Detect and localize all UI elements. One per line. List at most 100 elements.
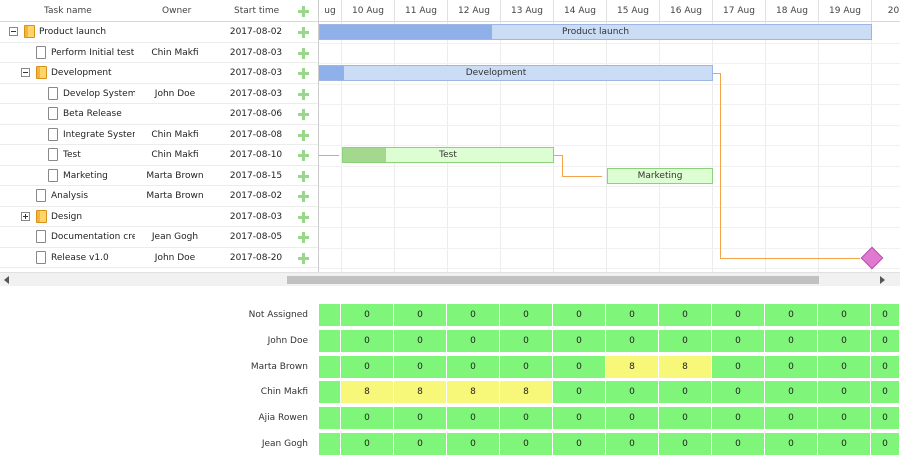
load-cell: 0 xyxy=(818,407,871,429)
scroll-left-icon[interactable] xyxy=(4,276,9,284)
add-subtask-icon[interactable] xyxy=(298,252,309,264)
resource-name: Not Assigned xyxy=(248,310,308,320)
date-column xyxy=(607,22,660,272)
task-row[interactable]: Design 2017-08-03 xyxy=(0,207,318,227)
task-owner: John Doe xyxy=(154,252,196,263)
row-gridline xyxy=(319,186,900,187)
task-owner: Marta Brown xyxy=(146,170,204,181)
load-cell: 0 xyxy=(606,407,659,429)
add-subtask-icon[interactable] xyxy=(298,129,309,141)
task-row[interactable]: Development 2017-08-03 xyxy=(0,63,318,84)
row-gridline xyxy=(319,145,900,146)
task-row[interactable]: Analysis Marta Brown 2017-08-02 xyxy=(0,186,318,207)
scroll-right-icon[interactable] xyxy=(880,276,885,284)
load-cell: 0 xyxy=(447,330,500,352)
bar-product-launch[interactable]: Product launch xyxy=(319,24,872,40)
document-icon xyxy=(48,107,58,120)
task-owner: Chin Makfi xyxy=(151,150,199,160)
collapse-icon[interactable] xyxy=(9,27,18,36)
bar-development[interactable]: Development xyxy=(319,65,713,81)
owner-header[interactable]: Owner xyxy=(162,6,191,16)
add-subtask-icon[interactable] xyxy=(298,47,309,59)
task-name: Product launch xyxy=(39,27,107,37)
document-icon xyxy=(48,148,58,161)
task-start: 2017-08-03 xyxy=(229,211,283,222)
add-subtask-icon[interactable] xyxy=(298,68,309,79)
add-subtask-icon[interactable] xyxy=(298,88,309,100)
load-cell: 8 xyxy=(606,356,659,378)
task-row[interactable]: Test Chin Makfi 2017-08-10 xyxy=(0,145,318,166)
date-header: 18 Aug xyxy=(766,0,819,22)
task-row[interactable]: Marketing Marta Brown 2017-08-15 xyxy=(0,166,318,186)
load-cell: 0 xyxy=(500,304,553,326)
date-header: 15 Aug xyxy=(607,0,660,22)
load-cell: 0 xyxy=(394,407,447,429)
task-row[interactable]: Integrate Systen Chin Makfi 2017-08-08 xyxy=(0,125,318,145)
add-subtask-icon[interactable] xyxy=(298,170,309,182)
collapse-icon[interactable] xyxy=(21,68,30,77)
grid-header: Task name Owner Start time xyxy=(0,0,318,22)
task-owner: Marta Brown xyxy=(146,191,204,201)
load-cell xyxy=(319,407,341,429)
load-cell: 0 xyxy=(765,330,818,352)
expand-icon[interactable] xyxy=(21,211,30,221)
load-cell: 0 xyxy=(765,356,818,378)
row-gridline xyxy=(319,268,900,269)
load-cell: 0 xyxy=(500,407,553,429)
load-cell: 0 xyxy=(341,330,394,352)
add-subtask-icon[interactable] xyxy=(298,191,309,202)
task-name-header[interactable]: Task name xyxy=(44,6,92,16)
horizontal-scrollbar[interactable] xyxy=(0,272,900,286)
task-row[interactable]: Beta Release 2017-08-06 xyxy=(0,104,318,125)
scroll-thumb[interactable] xyxy=(287,276,819,284)
load-cell: 0 xyxy=(447,433,500,455)
date-header: 12 Aug xyxy=(448,0,501,22)
load-cell: 0 xyxy=(818,381,871,403)
task-name: Beta Release xyxy=(63,109,122,119)
task-row[interactable]: Product launch 2017-08-02 xyxy=(0,22,318,43)
link-test-marketing-c xyxy=(562,176,602,177)
load-cell: 0 xyxy=(341,407,394,429)
document-icon xyxy=(36,189,46,202)
task-row[interactable]: Release v1.0 John Doe 2017-08-20 xyxy=(0,248,318,268)
resource-name: Ajia Rowen xyxy=(258,413,309,423)
task-name: Design xyxy=(51,211,83,222)
task-name: Development xyxy=(51,68,112,78)
load-cell: 0 xyxy=(553,381,606,403)
bar-marketing[interactable]: Marketing xyxy=(607,168,713,184)
load-cell: 0 xyxy=(606,381,659,403)
load-cell xyxy=(319,381,341,403)
bar-test[interactable]: Test xyxy=(342,147,554,163)
load-cell: 0 xyxy=(818,356,871,378)
start-time-header[interactable]: Start time xyxy=(234,6,279,16)
add-subtask-icon[interactable] xyxy=(298,232,309,243)
row-gridline xyxy=(319,63,900,64)
folder-icon xyxy=(36,209,47,223)
task-name: Integrate Systen xyxy=(63,129,135,140)
link-dev-release-b xyxy=(720,73,721,258)
add-subtask-icon[interactable] xyxy=(298,27,309,38)
add-subtask-icon[interactable] xyxy=(298,109,309,120)
add-subtask-icon[interactable] xyxy=(298,150,309,161)
load-cell: 0 xyxy=(871,407,900,429)
load-cell: 0 xyxy=(871,381,900,403)
task-row[interactable]: Perform Initial testi Chin Makfi 2017-08-0… xyxy=(0,43,318,63)
load-cell xyxy=(319,330,341,352)
load-cell: 0 xyxy=(818,433,871,455)
load-cell: 8 xyxy=(447,381,500,403)
load-cell: 0 xyxy=(341,356,394,378)
date-column xyxy=(319,22,342,272)
task-row[interactable]: Documentation cre; Jean Gogh 2017-08-05 xyxy=(0,227,318,248)
row-gridline xyxy=(319,83,900,85)
load-cell: 8 xyxy=(341,381,394,403)
task-owner: John Doe xyxy=(154,88,196,99)
task-owner: Chin Makfi xyxy=(151,129,199,140)
add-subtask-icon[interactable] xyxy=(298,211,309,223)
task-start: 2017-08-02 xyxy=(229,191,283,201)
load-cell: 0 xyxy=(659,304,712,326)
date-header: 14 Aug xyxy=(554,0,607,22)
task-row[interactable]: Develop System John Doe 2017-08-03 xyxy=(0,84,318,104)
document-icon xyxy=(48,86,58,100)
load-cell xyxy=(319,433,341,455)
add-task-icon[interactable] xyxy=(298,6,309,17)
